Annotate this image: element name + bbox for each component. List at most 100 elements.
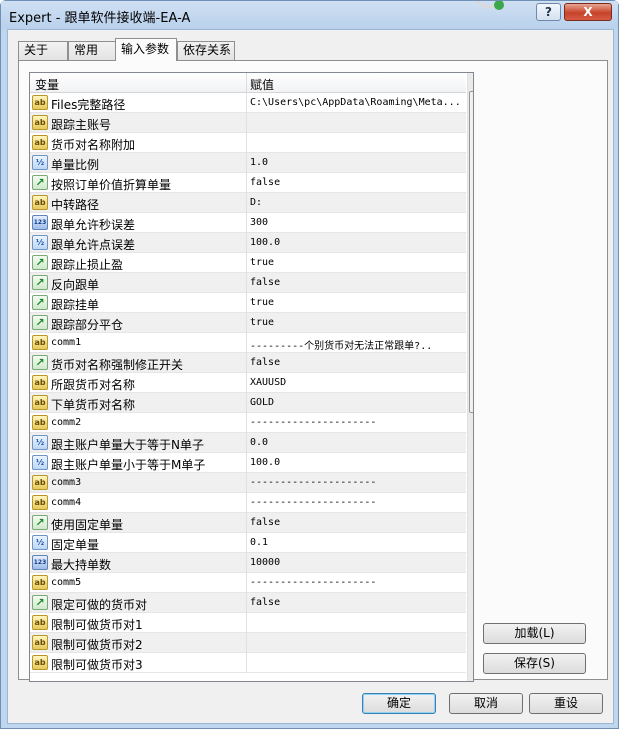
parameter-value[interactable]: false — [250, 177, 464, 188]
parameter-value[interactable]: false — [250, 357, 464, 368]
parameter-row[interactable]: ½ 单量比例 1.0 — [30, 153, 466, 173]
parameter-row[interactable]: ab 限制可做货币对1 — [30, 613, 466, 633]
scrollbar-thumb[interactable] — [469, 91, 473, 413]
string-type-icon: ab — [32, 375, 48, 390]
load-button[interactable]: 加载(L) — [483, 623, 586, 644]
column-header-variable[interactable]: 变量 — [35, 76, 59, 93]
parameter-row[interactable]: ↗ 使用固定单量 false — [30, 513, 466, 533]
dialog-body: 关于 常用 输入参数 依存关系 变量 赋值 ab Files完整路径 C:\User… — [7, 29, 614, 724]
column-divider — [246, 513, 247, 533]
column-divider — [246, 453, 247, 473]
parameter-row[interactable]: ab comm3 --------------------- — [30, 473, 466, 493]
parameter-name: comm1 — [51, 337, 82, 348]
parameter-row[interactable]: ab comm1 ---------个别货币对无法正常跟单?.. — [30, 333, 466, 353]
parameter-value[interactable]: 0.0 — [250, 437, 464, 448]
tab-about[interactable]: 关于 — [18, 41, 68, 60]
cancel-button[interactable]: 取消 — [449, 693, 523, 714]
parameter-value[interactable]: true — [250, 297, 464, 308]
parameter-value[interactable]: --------------------- — [250, 497, 464, 508]
parameter-value[interactable]: 10000 — [250, 557, 464, 568]
parameter-row[interactable]: 123 最大持单数 10000 — [30, 553, 466, 573]
scroll-down-icon[interactable]: ▼ — [468, 664, 474, 680]
parameter-row[interactable]: ab 跟踪主账号 — [30, 113, 466, 133]
parameter-row[interactable]: ab 中转路径 D: — [30, 193, 466, 213]
parameter-row[interactable]: ↗ 跟踪挂单 true — [30, 293, 466, 313]
parameter-row[interactable]: ½ 固定单量 0.1 — [30, 533, 466, 553]
parameter-value[interactable]: GOLD — [250, 397, 464, 408]
parameter-row[interactable]: ab Files完整路径 C:\Users\pc\AppData\Roaming\M… — [30, 93, 466, 113]
help-button[interactable]: ? — [536, 3, 561, 21]
parameter-value[interactable]: XAUUSD — [250, 377, 464, 388]
column-divider[interactable] — [246, 73, 247, 93]
parameter-rows: ab Files完整路径 C:\Users\pc\AppData\Roaming\M… — [30, 93, 466, 673]
parameter-name: comm4 — [51, 497, 82, 508]
parameter-row[interactable]: ab comm4 --------------------- — [30, 493, 466, 513]
parameter-value[interactable]: false — [250, 517, 464, 528]
parameter-name: 跟主账户单量小于等于M单子 — [51, 458, 206, 472]
parameter-value[interactable]: true — [250, 257, 464, 268]
column-divider — [246, 93, 247, 113]
column-header-value[interactable]: 赋值 — [250, 76, 274, 93]
string-type-icon: ab — [32, 415, 48, 430]
parameter-row[interactable]: ½ 跟单允许点误差 100.0 — [30, 233, 466, 253]
column-divider — [246, 173, 247, 193]
tab-common[interactable]: 常用 — [68, 41, 116, 60]
parameter-row[interactable]: ↗ 反向跟单 false — [30, 273, 466, 293]
parameter-value[interactable]: 100.0 — [250, 457, 464, 468]
parameter-row[interactable]: ½ 跟主账户单量大于等于N单子 0.0 — [30, 433, 466, 453]
parameter-row[interactable]: ab 货币对名称附加 — [30, 133, 466, 153]
parameter-row[interactable]: ab comm5 --------------------- — [30, 573, 466, 593]
column-divider — [246, 633, 247, 653]
parameter-value[interactable]: --------------------- — [250, 417, 464, 428]
close-button[interactable]: X — [564, 3, 612, 21]
parameter-value[interactable]: 1.0 — [250, 157, 464, 168]
ok-button[interactable]: 确定 — [362, 693, 436, 714]
parameter-name: 按照订单价值折算单量 — [51, 178, 172, 192]
parameter-value[interactable]: D: — [250, 197, 464, 208]
string-type-icon: ab — [32, 115, 48, 130]
parameter-row[interactable]: ↗ 按照订单价值折算单量 false — [30, 173, 466, 193]
parameter-row[interactable]: ↗ 货币对名称强制修正开关 false — [30, 353, 466, 373]
string-type-icon: ab — [32, 135, 48, 150]
parameter-value[interactable]: C:\Users\pc\AppData\Roaming\Meta... — [250, 97, 464, 108]
parameter-row[interactable]: ab comm2 --------------------- — [30, 413, 466, 433]
parameter-value[interactable]: false — [250, 597, 464, 608]
parameter-row[interactable]: ab 下单货币对名称 GOLD — [30, 393, 466, 413]
parameter-row[interactable]: ↗ 跟踪部分平仓 true — [30, 313, 466, 333]
parameter-value[interactable]: false — [250, 277, 464, 288]
parameter-value[interactable]: --------------------- — [250, 577, 464, 588]
parameter-name: 下单货币对名称 — [51, 398, 136, 412]
parameter-row[interactable]: ↗ 跟踪止损止盈 true — [30, 253, 466, 273]
parameter-name: 跟踪主账号 — [51, 118, 112, 132]
parameter-row[interactable]: ↗ 限定可做的货币对 false — [30, 593, 466, 613]
parameter-name: 固定单量 — [51, 538, 100, 552]
parameter-name: 限制可做货币对1 — [51, 618, 143, 632]
tab-dependencies[interactable]: 依存关系 — [177, 41, 235, 60]
parameter-name: 使用固定单量 — [51, 518, 124, 532]
scroll-up-icon[interactable]: ▲ — [468, 73, 474, 89]
parameter-row[interactable]: ab 所跟货币对名称 XAUUSD — [30, 373, 466, 393]
save-button[interactable]: 保存(S) — [483, 653, 586, 674]
parameter-value[interactable]: true — [250, 317, 464, 328]
parameter-row[interactable]: ½ 跟主账户单量小于等于M单子 100.0 — [30, 453, 466, 473]
parameter-value[interactable]: 300 — [250, 217, 464, 228]
parameter-value[interactable]: ---------个别货币对无法正常跟单?.. — [250, 337, 464, 352]
parameter-value[interactable]: --------------------- — [250, 477, 464, 488]
reset-button[interactable]: 重设 — [529, 693, 603, 714]
tab-inputs[interactable]: 输入参数 — [115, 38, 177, 61]
title-bar[interactable]: Expert - 跟单软件接收端-EA-A ? X — [1, 1, 618, 29]
string-type-icon: ab — [32, 475, 48, 490]
grid-header: 变量 赋值 — [30, 73, 466, 93]
parameter-row[interactable]: ab 限制可做货币对3 — [30, 653, 466, 673]
column-divider — [246, 573, 247, 593]
parameter-row[interactable]: 123 跟单允许秒误差 300 — [30, 213, 466, 233]
parameter-value[interactable]: 100.0 — [250, 237, 464, 248]
parameter-name: Files完整路径 — [51, 98, 126, 112]
parameter-name: 所跟货币对名称 — [51, 378, 136, 392]
parameter-name: 货币对名称附加 — [51, 138, 136, 152]
column-divider — [246, 153, 247, 173]
parameter-value[interactable]: 0.1 — [250, 537, 464, 548]
vertical-scrollbar[interactable]: ▲ ▼ — [467, 73, 474, 681]
double-type-icon: ½ — [32, 235, 48, 250]
parameter-row[interactable]: ab 限制可做货币对2 — [30, 633, 466, 653]
